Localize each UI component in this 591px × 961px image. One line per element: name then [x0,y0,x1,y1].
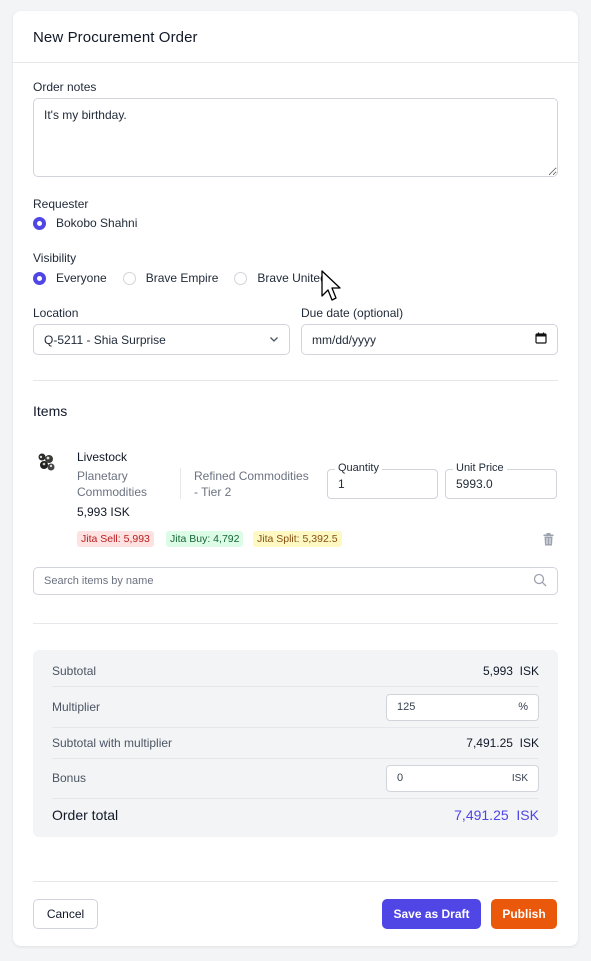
jita-split-badge: Jita Split: 5,392.5 [253,531,342,547]
chevron-down-icon [269,333,279,347]
summary-divider [52,758,539,759]
order-notes-textarea[interactable] [33,98,558,177]
subtotal-value: 5,993 [482,664,513,678]
cancel-button[interactable]: Cancel [33,899,98,929]
visibility-option-brave-united: Brave United [257,271,327,285]
procurement-order-card: New Procurement Order Order notes Reques… [13,11,578,946]
trash-icon[interactable] [543,533,554,551]
unit-price-field[interactable]: Unit Price 5993.0 [445,462,557,499]
order-total-row: Order total 7,491.25 ISK [52,806,539,824]
location-value: Q-5211 - Shia Surprise [44,332,166,347]
multiplier-label: Multiplier [52,700,101,714]
requester-option-label: Bokobo Shahni [56,216,138,230]
due-date-placeholder: mm/dd/yyyy [312,332,377,347]
visibility-radio-brave-united[interactable] [234,271,248,285]
calendar-icon[interactable] [535,332,547,347]
order-total-unit: ISK [516,807,539,823]
subtotal-row: Subtotal 5,993 ISK [52,663,539,679]
item-category-line1: Planetary [77,469,128,483]
item-category-line2: Commodities [77,485,148,499]
visibility-radio-group: Everyone Brave Empire Brave United [33,271,343,285]
items-title: Items [33,403,68,419]
unit-price-value: 5993.0 [456,477,493,491]
bonus-unit: ISK [511,772,528,784]
card-header: New Procurement Order [13,11,578,63]
subtotal-multiplier-value: 7,491.25 [466,736,513,750]
jita-buy-badge: Jita Buy: 4,792 [166,531,244,547]
bonus-row: Bonus 0 ISK [52,764,539,792]
divider [33,623,558,624]
search-placeholder: Search items by name [44,575,154,587]
quantity-value: 1 [338,477,345,491]
livestock-item-icon [35,451,57,473]
item-search-input[interactable]: Search items by name [33,567,558,595]
summary-divider [52,727,539,728]
due-date-input[interactable]: mm/dd/yyyy [301,324,558,355]
due-date-label: Due date (optional) [301,306,404,320]
subtotal-unit: ISK [519,664,539,678]
multiplier-row: Multiplier 125 % [52,693,539,721]
location-select[interactable]: Q-5211 - Shia Surprise [33,324,290,355]
order-summary-panel: Subtotal 5,993 ISK Multiplier 125 % Subt… [33,650,558,837]
multiplier-unit: % [518,701,528,713]
publish-button[interactable]: Publish [491,899,557,929]
unit-price-legend: Unit Price [453,462,507,474]
subtotal-label: Subtotal [52,664,97,678]
divider [33,881,558,882]
multiplier-value: 125 [397,701,416,713]
summary-divider [52,686,539,687]
item-group-line2: - Tier 2 [194,485,232,499]
cursor-icon [321,270,343,307]
order-total-label: Order total [52,807,119,823]
summary-divider [52,798,539,799]
bonus-input[interactable]: 0 ISK [386,764,539,792]
subtotal-multiplier-row: Subtotal with multiplier 7,491.25 ISK [52,735,539,751]
quantity-legend: Quantity [335,462,382,474]
divider [33,380,558,381]
visibility-label: Visibility [33,251,77,265]
item-price: 5,993 ISK [77,505,130,519]
visibility-radio-everyone[interactable] [33,271,46,285]
item-group-line1: Refined Commodities [194,469,309,483]
order-total-value: 7,491.25 [454,807,509,823]
order-notes-label: Order notes [33,80,97,94]
subtotal-multiplier-amount: 7,491.25 ISK [466,736,539,750]
multiplier-input[interactable]: 125 % [386,693,539,721]
subtotal-multiplier-unit: ISK [519,736,539,750]
visibility-radio-brave-empire[interactable] [122,271,136,285]
visibility-option-everyone: Everyone [56,271,107,285]
item-name: Livestock [77,450,128,464]
search-icon [533,573,547,590]
page-title: New Procurement Order [33,29,198,46]
bonus-value: 0 [397,772,404,784]
visibility-option-brave-empire: Brave Empire [145,271,219,285]
item-meta-divider [180,468,181,499]
jita-sell-badge: Jita Sell: 5,993 [77,531,154,547]
subtotal-amount: 5,993 ISK [483,664,539,678]
save-draft-button[interactable]: Save as Draft [382,899,481,929]
location-label: Location [33,306,79,320]
requester-label: Requester [33,197,89,211]
requester-radio-group: Bokobo Shahni [33,216,153,230]
subtotal-multiplier-label: Subtotal with multiplier [52,736,173,750]
bonus-label: Bonus [52,771,87,785]
order-total-amount: 7,491.25 ISK [454,807,539,823]
quantity-field[interactable]: Quantity 1 [327,462,438,499]
requester-radio-bokobo[interactable] [33,216,46,230]
